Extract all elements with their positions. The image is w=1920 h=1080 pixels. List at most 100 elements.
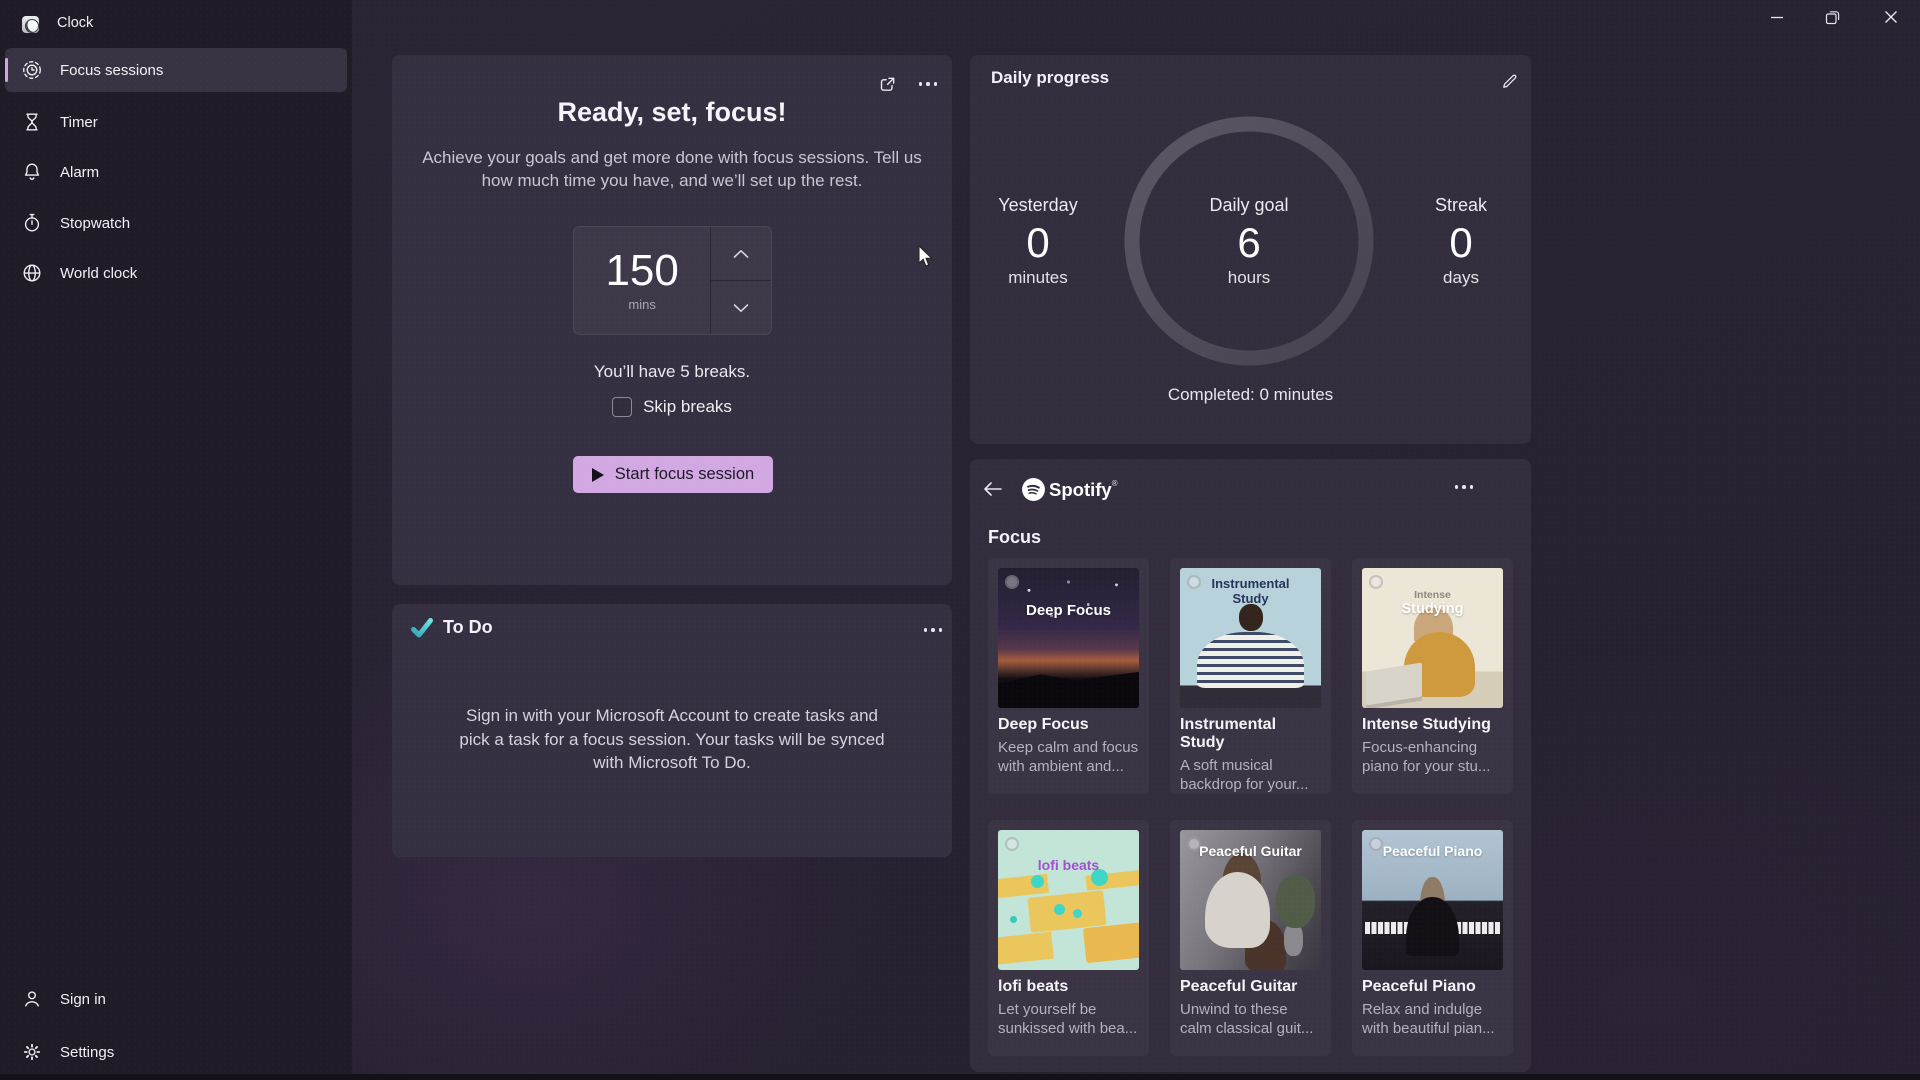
close-icon (1885, 11, 1897, 23)
minimize-button[interactable] (1754, 0, 1800, 34)
playlist-description: Focus-enhancing piano for your stu... (1362, 739, 1491, 775)
playlist-description: Let yourself be sunkissed with bea... (998, 1001, 1138, 1037)
stat-yesterday: Yesterday 0 minutes (968, 195, 1108, 288)
globe-icon (21, 262, 43, 284)
todo-check-icon (409, 616, 434, 645)
minutes-unit: mins (628, 297, 656, 312)
focus-setup-card: Ready, set, focus! Achieve your goals an… (392, 55, 952, 585)
edit-goal-button[interactable] (1493, 65, 1525, 97)
stopwatch-icon (21, 212, 43, 234)
spotify-more-button[interactable] (1448, 473, 1480, 501)
spotify-badge-icon (1369, 575, 1383, 589)
focus-sessions-icon (21, 59, 43, 81)
sidebar-item-label: Settings (60, 1043, 115, 1061)
playlist-tile-peaceful-piano[interactable]: Peaceful Piano Peaceful Piano Relax and … (1352, 820, 1513, 1056)
stat-unit: hours (1227, 268, 1271, 287)
start-button-label: Start focus session (614, 465, 755, 483)
stat-daily-goal: Daily goal 6 hours (1179, 195, 1319, 288)
decrease-minutes-button[interactable] (711, 281, 771, 334)
playlist-cover: Peaceful Guitar (1180, 830, 1321, 970)
sidebar-item-label: World clock (60, 264, 138, 282)
focus-card-more-button[interactable] (913, 70, 943, 98)
stat-streak: Streak 0 days (1391, 195, 1531, 288)
spotify-card: Spotify® Focus Deep Focus Deep Focus Kee… (970, 459, 1531, 1072)
cover-title-text: lofi beats (998, 857, 1139, 873)
spotify-badge-icon (1187, 575, 1201, 589)
stat-label: Daily goal (1209, 195, 1289, 215)
minutes-value: 150 (605, 246, 679, 295)
todo-card-title: To Do (443, 617, 493, 637)
chevron-down-icon (733, 303, 749, 312)
sidebar-item-alarm[interactable]: Alarm (5, 150, 347, 194)
stat-unit: days (1443, 268, 1479, 287)
skip-breaks-checkbox[interactable] (612, 397, 633, 417)
playlist-description: Unwind to these calm classical guit... (1180, 1001, 1314, 1037)
cover-text: Studying (1401, 601, 1464, 617)
popout-button[interactable] (872, 69, 902, 99)
person-icon (21, 988, 43, 1010)
increase-minutes-button[interactable] (711, 227, 771, 281)
minimize-icon (1771, 16, 1783, 19)
playlist-description: Relax and indulge with beautiful pian... (1362, 1001, 1495, 1037)
skip-breaks-label: Skip breaks (643, 397, 732, 416)
sidebar-item-focus-sessions[interactable]: Focus sessions (5, 48, 347, 92)
spotify-brand-label: Spotify® (1049, 479, 1118, 501)
registered-mark: ® (1111, 479, 1118, 488)
stat-label: Yesterday (998, 195, 1078, 215)
chevron-up-icon (733, 249, 749, 258)
playlist-title: lofi beats (998, 978, 1069, 995)
spotify-section-title: Focus (988, 527, 1042, 547)
playlist-title: Intense Studying (1362, 716, 1491, 733)
more-options-icon (923, 628, 943, 632)
more-options-icon (918, 82, 938, 86)
todo-more-button[interactable] (918, 616, 948, 644)
cover-subtext: Intense (1414, 589, 1451, 601)
stat-label: Streak (1434, 195, 1488, 215)
titlebar: Clock (0, 8, 352, 42)
sidebar-item-label: Sign in (60, 990, 106, 1008)
playlist-title: Deep Focus (998, 716, 1089, 733)
playlist-tile-deep-focus[interactable]: Deep Focus Deep Focus Keep calm and focu… (988, 558, 1149, 794)
app-window: Clock Focus sessions Timer Alarm Stopwat… (0, 0, 1920, 1080)
start-focus-session-button[interactable]: Start focus session (573, 456, 773, 493)
sidebar-item-label: Focus sessions (60, 61, 164, 79)
close-button[interactable] (1868, 0, 1914, 34)
sidebar-item-world-clock[interactable]: World clock (5, 251, 347, 295)
spotify-badge-icon (1187, 837, 1201, 851)
sidebar-item-settings[interactable]: Settings (5, 1030, 347, 1074)
back-button[interactable] (976, 472, 1010, 506)
sidebar-item-stopwatch[interactable]: Stopwatch (5, 201, 347, 245)
focus-card-subtitle: Achieve your goals and get more done wit… (392, 146, 952, 192)
cover-text: Deep Focus (1025, 601, 1112, 619)
todo-signin-message: Sign in with your Microsoft Account to c… (392, 704, 952, 775)
todo-line-1: Sign in with your Microsoft Account to c… (466, 706, 878, 725)
subtitle-line-1: Achieve your goals and get more done wit… (422, 148, 922, 167)
popout-icon (880, 77, 894, 91)
completed-text: Completed: 0 minutes (1167, 385, 1334, 404)
playlist-title: Peaceful Guitar (1180, 978, 1298, 995)
cover-text: Instrumental Study (1211, 576, 1290, 607)
cover-text: Peaceful Guitar (1199, 842, 1302, 859)
minutes-stepper: 150 mins (573, 226, 772, 335)
spotify-badge-icon (1005, 837, 1019, 851)
playlist-tile-lofi-beats[interactable]: lofi beats lofi beats Let yourself be su… (988, 820, 1149, 1056)
selected-accent-bar (5, 58, 8, 82)
cover-title-text: Deep Focus (998, 602, 1139, 619)
spotify-badge-icon (1005, 575, 1019, 589)
playlist-tile-intense-studying[interactable]: Intense Studying Intense Studying Focus-e… (1352, 558, 1513, 794)
minutes-display[interactable]: 150 mins (574, 227, 710, 334)
playlist-cover: Instrumental Study (1180, 568, 1321, 708)
back-arrow-icon (984, 482, 1002, 496)
play-icon (591, 467, 604, 482)
playlist-cover: Intense Studying (1362, 568, 1503, 708)
playlist-tile-peaceful-guitar[interactable]: Peaceful Guitar Peaceful Guitar Unwind t… (1170, 820, 1331, 1056)
playlist-tile-instrumental-study[interactable]: Instrumental Study Instrumental Study A … (1170, 558, 1331, 794)
restore-icon (1825, 10, 1839, 24)
skip-breaks-row: Skip breaks (392, 397, 952, 417)
sidebar-item-label: Stopwatch (60, 214, 131, 232)
sidebar-item-sign-in[interactable]: Sign in (5, 977, 347, 1021)
stat-value: 6 (1237, 219, 1261, 266)
sidebar-item-timer[interactable]: Timer (5, 100, 347, 144)
restore-button[interactable] (1809, 0, 1855, 34)
cover-title-text: Peaceful Guitar (1180, 843, 1321, 859)
